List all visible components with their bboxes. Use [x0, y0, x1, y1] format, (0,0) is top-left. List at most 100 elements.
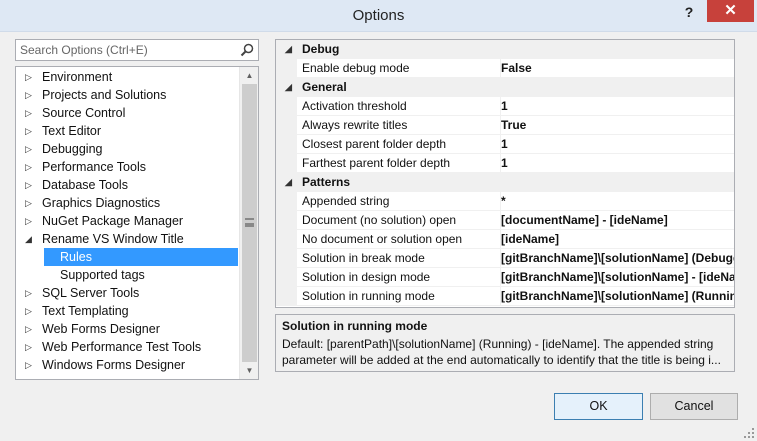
tree-item[interactable]: Rules — [44, 248, 238, 266]
tree-item[interactable]: ▷ Debugging — [16, 140, 238, 158]
help-button[interactable]: ? — [674, 1, 704, 23]
property-name: Solution in running mode — [302, 289, 435, 303]
property-row[interactable]: Farthest parent folder depth 1 — [276, 154, 734, 173]
tree-item[interactable]: ▷ SQL Server Tools — [16, 284, 238, 302]
property-row[interactable]: Enable debug mode False — [276, 59, 734, 78]
close-button[interactable]: ✕ — [707, 0, 754, 22]
property-name: Farthest parent folder depth — [302, 156, 451, 170]
tree-item-label: SQL Server Tools — [42, 286, 140, 300]
property-value[interactable]: True — [500, 116, 734, 135]
tree-item[interactable]: ▷ NuGet Package Manager — [16, 212, 238, 230]
tree-item[interactable]: ▷ Projects and Solutions — [16, 86, 238, 104]
property-row[interactable]: Document (no solution) open [documentName… — [276, 211, 734, 230]
property-name: Solution in break mode — [302, 251, 425, 265]
expanded-arrow-icon[interactable]: ◢ — [285, 40, 292, 59]
property-value[interactable]: False — [500, 59, 734, 78]
tree-item-label: Text Templating — [42, 304, 129, 318]
property-name: Appended string — [302, 194, 390, 208]
row-gutter — [276, 116, 297, 135]
tree-item-label: Rules — [60, 250, 92, 264]
property-value[interactable]: [gitBranchName]\[solutionName] (Debugg — [500, 249, 734, 268]
tree-item[interactable]: ▷ Database Tools — [16, 176, 238, 194]
resize-grip-icon[interactable] — [744, 428, 754, 438]
property-row[interactable]: Solution in design mode [gitBranchName]\[… — [276, 268, 734, 287]
tree-item[interactable]: ▷ Performance Tools — [16, 158, 238, 176]
cancel-button[interactable]: Cancel — [650, 393, 738, 420]
description-title: Solution in running mode — [282, 319, 428, 333]
options-dialog: Options ? ✕ ▷ Environment ▷ Projects and So… — [0, 0, 757, 441]
collapsed-arrow-icon[interactable]: ▷ — [25, 104, 32, 122]
row-gutter — [276, 154, 297, 173]
property-value[interactable]: 1 — [500, 154, 734, 173]
property-name: Enable debug mode — [302, 61, 410, 75]
category-row[interactable]: ◢ General — [276, 78, 734, 97]
property-row[interactable]: Always rewrite titles True — [276, 116, 734, 135]
category-row[interactable]: ◢ Debug — [276, 40, 734, 59]
category-row[interactable]: ◢ Patterns — [276, 173, 734, 192]
row-gutter — [276, 287, 297, 306]
property-value[interactable]: [ideName] — [500, 230, 734, 249]
collapsed-arrow-icon[interactable]: ▷ — [25, 302, 32, 320]
expanded-arrow-icon[interactable]: ◢ — [25, 230, 32, 248]
tree-item-label: Performance Tools — [42, 160, 146, 174]
tree-item-label: Debugging — [42, 142, 103, 156]
tree-item-label: Web Forms Designer — [42, 322, 160, 336]
tree-item[interactable]: ▷ Graphics Diagnostics — [16, 194, 238, 212]
search-input[interactable] — [16, 40, 226, 60]
property-row[interactable]: Appended string * — [276, 192, 734, 211]
property-row[interactable]: Closest parent folder depth 1 — [276, 135, 734, 154]
ok-button[interactable]: OK — [554, 393, 643, 420]
search-icon[interactable] — [240, 43, 254, 57]
property-value[interactable]: [documentName] - [ideName] — [500, 211, 734, 230]
collapsed-arrow-icon[interactable]: ▷ — [25, 356, 32, 374]
tree-item[interactable]: ▷ Text Editor — [16, 122, 238, 140]
property-value[interactable]: * — [500, 192, 734, 211]
row-gutter — [276, 97, 297, 116]
tree-item-label: Text Editor — [42, 124, 102, 138]
collapsed-arrow-icon[interactable]: ▷ — [25, 212, 32, 230]
property-row[interactable]: No document or solution open [ideName] — [276, 230, 734, 249]
row-gutter — [276, 249, 297, 268]
collapsed-arrow-icon[interactable]: ▷ — [25, 284, 32, 302]
tree-item[interactable]: ▷ Web Performance Test Tools — [16, 338, 238, 356]
scroll-up-arrow-icon[interactable]: ▲ — [240, 67, 258, 84]
tree-item-label: Projects and Solutions — [42, 88, 167, 102]
collapsed-arrow-icon[interactable]: ▷ — [25, 338, 32, 356]
property-row[interactable]: Activation threshold 1 — [276, 97, 734, 116]
tree-item[interactable]: ▷ Web Forms Designer — [16, 320, 238, 338]
property-value[interactable]: 1 — [500, 97, 734, 116]
tree-item[interactable]: ▷ Windows Forms Designer — [16, 356, 238, 374]
collapsed-arrow-icon[interactable]: ▷ — [25, 68, 32, 86]
collapsed-arrow-icon[interactable]: ▷ — [25, 122, 32, 140]
search-box — [15, 39, 259, 61]
tree-scrollbar[interactable]: ▲ ▼ — [239, 67, 258, 379]
collapsed-arrow-icon[interactable]: ▷ — [25, 176, 32, 194]
collapsed-arrow-icon[interactable]: ▷ — [25, 158, 32, 176]
tree-item[interactable]: ▷ Environment — [16, 68, 238, 86]
collapsed-arrow-icon[interactable]: ▷ — [25, 140, 32, 158]
property-value[interactable]: [gitBranchName]\[solutionName] (Running — [500, 287, 734, 306]
tree-item-label: Web Performance Test Tools — [42, 340, 202, 354]
property-row[interactable]: Solution in running mode [gitBranchName]\… — [276, 287, 734, 306]
scroll-down-arrow-icon[interactable]: ▼ — [240, 362, 258, 379]
collapsed-arrow-icon[interactable]: ▷ — [25, 194, 32, 212]
tree-item[interactable]: ◢ Rename VS Window Title — [16, 230, 238, 248]
tree-item-label: Windows Forms Designer — [42, 358, 186, 372]
collapsed-arrow-icon[interactable]: ▷ — [25, 320, 32, 338]
collapsed-arrow-icon[interactable]: ▷ — [25, 86, 32, 104]
tree-item-label: NuGet Package Manager — [42, 214, 184, 228]
property-name: Always rewrite titles — [302, 118, 408, 132]
expanded-arrow-icon[interactable]: ◢ — [285, 78, 292, 97]
tree-item[interactable]: ▷ Text Templating — [16, 302, 238, 320]
property-name: No document or solution open — [302, 232, 463, 246]
tree-item[interactable]: Supported tags — [16, 266, 238, 284]
tree-item[interactable]: ▷ Source Control — [16, 104, 238, 122]
scroll-thumb[interactable] — [242, 84, 257, 362]
expanded-arrow-icon[interactable]: ◢ — [285, 173, 292, 192]
property-value[interactable]: [gitBranchName]\[solutionName] - [ideNa — [500, 268, 734, 287]
category-label: Debug — [302, 42, 340, 56]
row-gutter — [276, 268, 297, 287]
property-row[interactable]: Solution in break mode [gitBranchName]\[s… — [276, 249, 734, 268]
property-value[interactable]: 1 — [500, 135, 734, 154]
description-panel: Solution in running mode Default: [paren… — [275, 314, 735, 372]
